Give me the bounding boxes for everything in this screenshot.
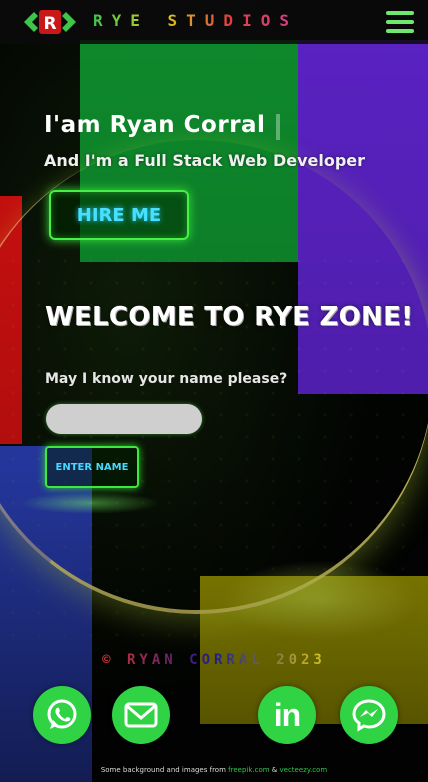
vecteezy-link[interactable]: vecteezy.com	[280, 766, 328, 774]
email-icon	[124, 702, 158, 728]
hero-title: I'am Ryan Corral	[44, 112, 266, 138]
bg-block-red	[0, 196, 22, 444]
hero-subtitle: And I'm a Full Stack Web Developer	[44, 151, 366, 170]
email-button[interactable]	[112, 686, 170, 744]
typing-cursor	[276, 114, 280, 140]
logo-icon: R	[24, 10, 76, 34]
top-nav: R RYE STUDIOS	[0, 0, 428, 44]
logo[interactable]: R	[22, 8, 78, 36]
hamburger-icon	[386, 11, 414, 33]
name-question: May I know your name please?	[45, 371, 288, 387]
bg-block-purple	[298, 40, 428, 394]
name-input[interactable]	[46, 404, 202, 434]
copyright: © RYAN CORRAL 2023	[0, 652, 428, 668]
credit-amp: &	[271, 766, 278, 774]
logo-letter: R	[43, 14, 56, 34]
credit-text: Some background and images from	[100, 766, 226, 774]
button-glow	[20, 492, 160, 514]
linkedin-icon: in	[273, 696, 301, 733]
image-credit: Some background and images from freepik.…	[0, 766, 428, 774]
freepik-link[interactable]: freepik.com	[228, 766, 269, 774]
hire-me-button[interactable]: HIRE ME	[49, 190, 189, 240]
menu-button[interactable]	[386, 11, 414, 33]
whatsapp-icon	[47, 699, 77, 729]
linkedin-button[interactable]: in	[258, 686, 316, 744]
messenger-button[interactable]	[340, 686, 398, 744]
whatsapp-button[interactable]	[33, 686, 91, 744]
enter-name-button[interactable]: ENTER NAME	[45, 446, 139, 488]
welcome-heading: WELCOME TO RYE ZONE!	[45, 302, 414, 332]
messenger-icon	[352, 699, 386, 732]
page: R RYE STUDIOS I'am Ryan Corral And I'm a…	[0, 0, 428, 782]
brand-name: RYE STUDIOS	[93, 11, 298, 30]
